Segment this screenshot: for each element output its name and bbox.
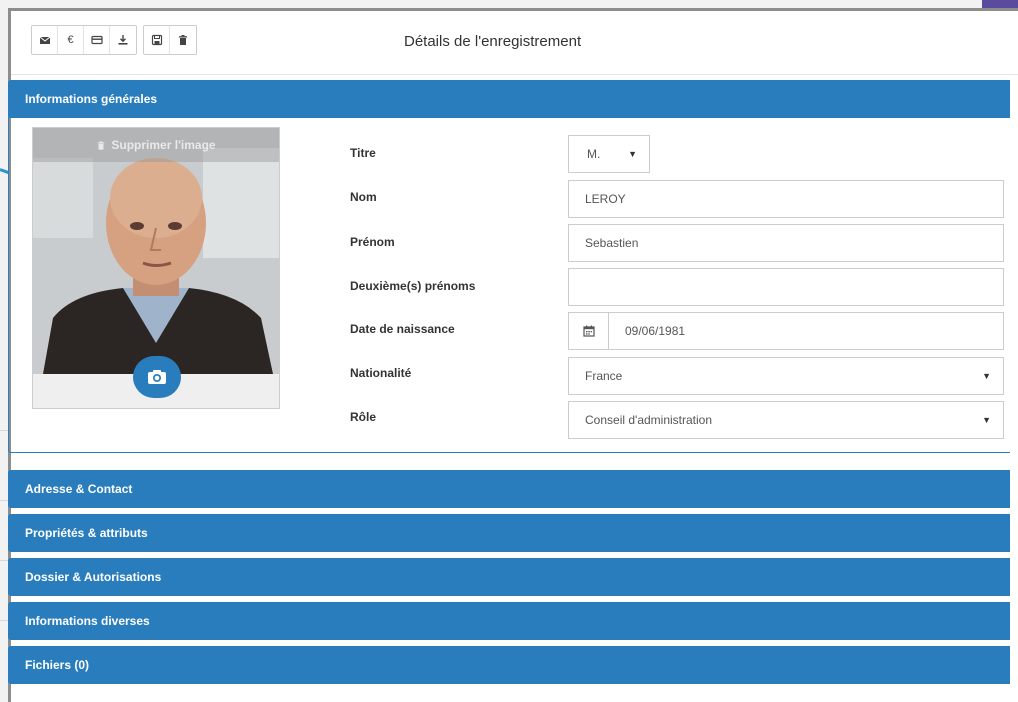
caret-down-icon: ▼ bbox=[628, 149, 637, 159]
toolbar-group-record bbox=[143, 25, 197, 55]
middle-names-field[interactable] bbox=[568, 268, 1004, 306]
upload-photo-button[interactable] bbox=[133, 356, 181, 398]
label-role: Rôle bbox=[350, 410, 377, 424]
modal-title: Détails de l'enregistrement bbox=[404, 33, 582, 50]
section-folder-permissions[interactable]: Dossier & Autorisations bbox=[8, 558, 1010, 596]
profile-photo-box: Supprimer l'image bbox=[32, 127, 280, 409]
first-name-field[interactable]: Sebastien bbox=[568, 224, 1004, 262]
trash-icon bbox=[98, 140, 105, 150]
label-birth-date: Date de naissance bbox=[350, 322, 455, 336]
toolbar: € bbox=[31, 25, 197, 55]
save-icon bbox=[151, 34, 162, 46]
role-value: Conseil d'administration bbox=[585, 413, 713, 427]
calendar-icon bbox=[582, 325, 595, 337]
remove-image-label: Supprimer l'image bbox=[111, 138, 216, 152]
section-miscellaneous[interactable]: Informations diverses bbox=[8, 602, 1010, 640]
person-photo bbox=[33, 128, 279, 374]
save-button[interactable] bbox=[144, 26, 170, 54]
trash-icon bbox=[179, 35, 187, 45]
section-files[interactable]: Fichiers (0) bbox=[8, 646, 1010, 684]
calendar-button[interactable] bbox=[569, 313, 609, 349]
title-select-value: M. bbox=[587, 147, 601, 161]
camera-icon bbox=[148, 370, 166, 384]
first-name-value: Sebastien bbox=[585, 236, 639, 250]
section-properties-attributes[interactable]: Propriétés & attributs bbox=[8, 514, 1010, 552]
title-select[interactable]: M. ▼ bbox=[568, 135, 650, 173]
euro-icon: € bbox=[67, 34, 74, 46]
email-button[interactable] bbox=[32, 26, 58, 54]
birth-date-field[interactable]: 09/06/1981 bbox=[568, 312, 1004, 350]
modal-header: € Détails de l'enregistrement bbox=[11, 11, 1018, 75]
section-address-contact[interactable]: Adresse & Contact bbox=[8, 470, 1010, 508]
caret-down-icon: ▼ bbox=[982, 371, 991, 381]
payment-button[interactable] bbox=[84, 26, 110, 54]
last-name-value: LEROY bbox=[585, 192, 626, 206]
label-titre: Titre bbox=[350, 146, 376, 160]
section-title: Adresse & Contact bbox=[25, 482, 133, 496]
envelope-icon bbox=[39, 36, 50, 44]
section-title: Informations diverses bbox=[25, 614, 150, 628]
label-nom: Nom bbox=[350, 190, 377, 204]
last-name-field[interactable]: LEROY bbox=[568, 180, 1004, 218]
credit-card-icon bbox=[90, 35, 103, 45]
nationality-value: France bbox=[585, 369, 623, 383]
section-title: Propriétés & attributs bbox=[25, 526, 148, 540]
label-nationality: Nationalité bbox=[350, 366, 412, 380]
label-middle-names: Deuxième(s) prénoms bbox=[350, 279, 476, 293]
download-icon bbox=[118, 35, 128, 45]
section-title: Dossier & Autorisations bbox=[25, 570, 162, 584]
section-title: Fichiers (0) bbox=[25, 658, 90, 672]
profile-photo bbox=[33, 128, 279, 374]
label-prenom: Prénom bbox=[350, 235, 395, 249]
caret-down-icon: ▼ bbox=[982, 415, 991, 425]
delete-button[interactable] bbox=[170, 26, 196, 54]
remove-image-button[interactable]: Supprimer l'image bbox=[33, 128, 279, 162]
toolbar-group-actions: € bbox=[31, 25, 137, 55]
download-button[interactable] bbox=[110, 26, 136, 54]
nationality-select[interactable]: France ▼ bbox=[568, 357, 1004, 395]
invoice-button[interactable]: € bbox=[58, 26, 84, 54]
role-select[interactable]: Conseil d'administration ▼ bbox=[568, 401, 1004, 439]
birth-date-value: 09/06/1981 bbox=[625, 324, 686, 338]
section-title: Informations générales bbox=[25, 92, 158, 106]
